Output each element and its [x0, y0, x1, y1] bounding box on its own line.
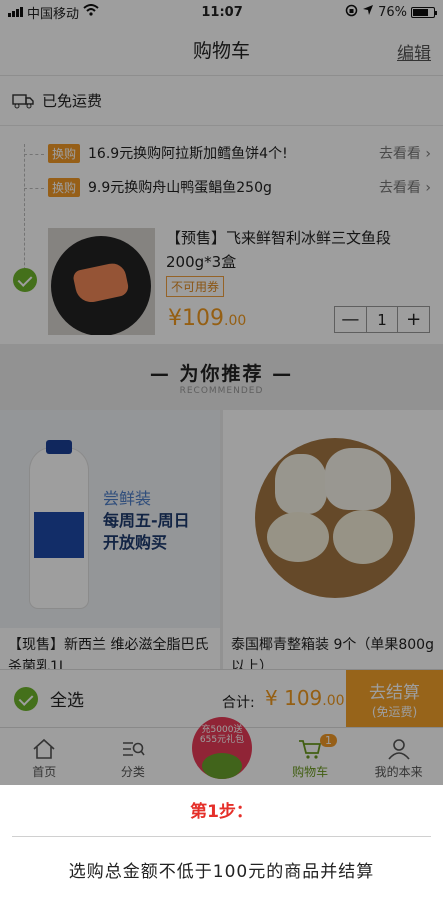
rotation-lock-icon: [345, 4, 358, 21]
product-name: 【现售】新西兰 维必滋全脂巴氏杀菌乳1L: [8, 637, 209, 672]
status-bar: 中国移动 11:07 76%: [0, 0, 443, 24]
divider: [24, 188, 44, 189]
product-image: [223, 410, 443, 628]
cart-badge: 1: [320, 734, 337, 747]
cart-item-section: 换购 16.9元换购阿拉斯加鳕鱼饼4个! 去看看 › 换购 9.9元换购舟山鸭蛋…: [0, 126, 443, 344]
item-checkbox[interactable]: [13, 268, 37, 292]
select-all-checkbox[interactable]: [14, 686, 38, 711]
step-description: 选购总金额不低于100元的商品并结算: [68, 862, 375, 882]
promo-float-button[interactable]: 充5000送655元礼包: [180, 715, 264, 785]
promo-tag: 换购: [48, 143, 81, 163]
carrier: 中国移动: [27, 6, 80, 22]
total-label: 合计:: [222, 695, 255, 711]
divider: [12, 836, 431, 837]
promo-text: 16.9元换购阿拉斯加鳕鱼饼4个!: [88, 146, 288, 162]
cart-icon: [298, 738, 322, 760]
step-title: 第1步：: [190, 802, 253, 822]
banner-line: 尝鲜装: [103, 489, 152, 508]
banner-line: 开放购买: [103, 533, 168, 552]
wifi-icon: [83, 4, 99, 20]
tab-category[interactable]: 分类: [89, 728, 178, 785]
edit-button[interactable]: 编辑: [397, 39, 431, 64]
step-caption: 第1步： 选购总金额不低于100元的商品并结算: [0, 785, 443, 898]
quantity-value[interactable]: 1: [365, 307, 399, 332]
promo-float-text: 充5000送655元礼包: [199, 725, 245, 745]
promo-look-link[interactable]: 去看看 ›: [379, 143, 431, 163]
location-icon: [362, 4, 374, 20]
promo-look-link[interactable]: 去看看 ›: [379, 177, 431, 197]
quantity-stepper: — 1 +: [334, 306, 430, 333]
kiwi-icon: [202, 753, 242, 779]
checkout-button[interactable]: 去结算 (免运费): [346, 670, 443, 728]
truck-icon: [12, 93, 34, 109]
product-image: 尝鲜装 每周五-周日 开放购买: [0, 410, 220, 628]
increase-button[interactable]: +: [398, 307, 429, 332]
select-all-label[interactable]: 全选: [50, 686, 84, 711]
tab-mine[interactable]: 我的本来: [354, 728, 443, 785]
user-icon: [387, 738, 411, 760]
product-card[interactable]: 尝鲜装 每周五-周日 开放购买 【现售】新西兰 维必滋全脂巴氏杀菌乳1L: [0, 410, 220, 672]
battery-percent: 76%: [378, 4, 407, 20]
total-price: ¥ 109.00: [265, 686, 345, 710]
promo-text: 9.9元换购舟山鸭蛋鲳鱼250g: [88, 180, 272, 196]
nav-bar: 购物车 编辑: [0, 24, 443, 76]
tab-cart[interactable]: 购物车: [266, 728, 355, 785]
product-name: 泰国椰青整箱装 9个（单果800g以上）: [231, 637, 434, 672]
coupon-unavailable-tag: 不可用券: [166, 276, 225, 297]
page-title: 购物车: [192, 40, 250, 62]
recommend-header: — 为你推荐 — RECOMMENDED: [0, 344, 443, 410]
app-screen: 中国移动 11:07 76% 购物车 编辑 已免运费 换购 16.9元换购阿拉斯…: [0, 0, 443, 785]
product-card[interactable]: 泰国椰青整箱装 9个（单果800g以上）: [223, 410, 443, 672]
recommend-title: — 为你推荐 —: [149, 362, 294, 385]
tab-home[interactable]: 首页: [0, 728, 89, 785]
product-image[interactable]: [48, 228, 155, 335]
promo-tag: 换购: [48, 177, 81, 197]
banner-line: 每周五-周日: [103, 511, 190, 530]
decrease-button[interactable]: —: [335, 307, 366, 332]
signal-icon: [8, 7, 23, 17]
shipping-banner: 已免运费: [0, 76, 443, 126]
battery-icon: [411, 6, 437, 18]
category-icon: [121, 738, 145, 760]
promo-row[interactable]: 换购 16.9元换购阿拉斯加鳕鱼饼4个! 去看看 ›: [48, 136, 443, 170]
home-icon: [32, 738, 56, 760]
divider: [24, 154, 44, 155]
item-price: ¥109.00: [168, 306, 247, 331]
shipping-text: 已免运费: [42, 92, 103, 110]
promo-row[interactable]: 换购 9.9元换购舟山鸭蛋鲳鱼250g 去看看 ›: [48, 170, 443, 204]
recommend-subtitle: RECOMMENDED: [179, 385, 264, 396]
product-grid: 尝鲜装 每周五-周日 开放购买 【现售】新西兰 维必滋全脂巴氏杀菌乳1L 泰国椰…: [0, 410, 443, 672]
clock: 11:07: [201, 4, 243, 20]
product-title[interactable]: 【预售】飞来鲜智利冰鲜三文鱼段200g*3盒: [166, 226, 431, 274]
